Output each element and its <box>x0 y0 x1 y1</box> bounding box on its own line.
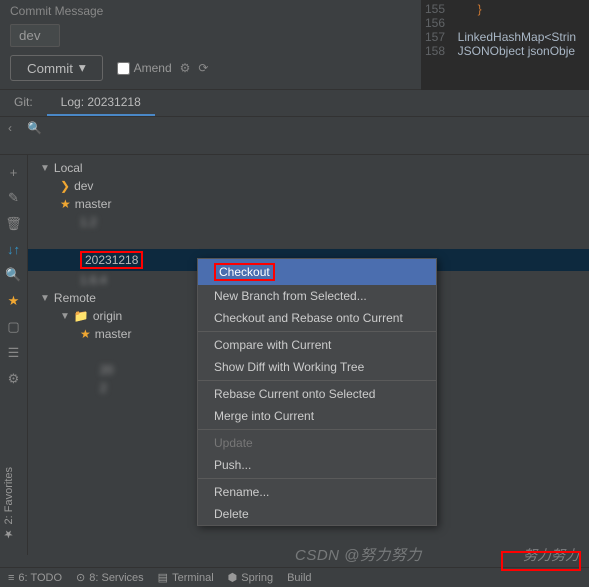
star-icon: ★ <box>80 327 91 341</box>
tag-icon: ❯ <box>60 179 70 193</box>
menu-new-branch[interactable]: New Branch from Selected... <box>198 285 436 307</box>
tree-branch-dev[interactable]: ❯ dev <box>28 177 589 195</box>
highlight-box <box>501 551 581 571</box>
menu-show-diff[interactable]: Show Diff with Working Tree <box>198 356 436 378</box>
star-icon: ★ <box>60 197 71 211</box>
commit-button[interactable]: Commit ▾ <box>10 55 103 81</box>
commit-message-input[interactable] <box>10 24 60 47</box>
menu-update: Update <box>198 432 436 454</box>
tree-branch-blurred[interactable] <box>28 231 589 249</box>
chevron-down-icon: ▼ <box>60 311 70 322</box>
favorites-tab[interactable]: ★ 2: Favorites <box>0 461 17 547</box>
list-icon[interactable]: ☰ <box>8 345 20 361</box>
add-icon[interactable]: + <box>10 165 18 180</box>
amend-checkbox[interactable]: Amend <box>117 61 172 75</box>
bottom-services[interactable]: ⊙ 8: Services <box>76 571 144 584</box>
settings-icon[interactable]: ⚙ <box>8 371 20 387</box>
chevron-down-icon: ▾ <box>79 60 86 76</box>
menu-rename[interactable]: Rename... <box>198 481 436 503</box>
tree-branch-blurred[interactable]: 1.2 <box>28 213 589 231</box>
menu-rebase[interactable]: Rebase Current onto Selected <box>198 383 436 405</box>
tab-git[interactable]: Git: <box>0 90 47 116</box>
highlighted-branch: 20231218 <box>80 251 143 269</box>
tree-branch-master[interactable]: ★ master <box>28 195 589 213</box>
delete-icon[interactable]: 🗑 <box>5 216 22 232</box>
bottom-todo[interactable]: ≡ 6: TODO <box>8 572 62 584</box>
bottom-spring[interactable]: ⬢ Spring <box>228 571 273 584</box>
menu-checkout[interactable]: Checkout <box>198 259 436 285</box>
bottom-terminal[interactable]: ▤ Terminal <box>158 571 214 584</box>
tab-log[interactable]: Log: 20231218 <box>47 90 155 116</box>
chevron-down-icon: ▼ <box>40 163 50 174</box>
fetch-icon[interactable]: ↓↑ <box>7 242 20 257</box>
menu-merge[interactable]: Merge into Current <box>198 405 436 427</box>
menu-push[interactable]: Push... <box>198 454 436 476</box>
find-icon[interactable]: 🔍 <box>5 267 21 283</box>
edit-icon[interactable]: ✎ <box>8 190 19 206</box>
history-icon[interactable]: ⟳ <box>198 61 208 75</box>
menu-checkout-rebase[interactable]: Checkout and Rebase onto Current <box>198 307 436 329</box>
folder-icon: 📁 <box>74 309 89 323</box>
bottom-build[interactable]: Build <box>287 572 311 584</box>
context-menu: Checkout New Branch from Selected... Che… <box>197 258 437 526</box>
code-editor: 155 } 156 157 LinkedHashMap<Strin 158 JS… <box>421 0 589 90</box>
gear-icon[interactable]: ⚙ <box>180 61 191 75</box>
chevron-down-icon: ▼ <box>40 293 50 304</box>
layout-icon[interactable]: ▢ <box>7 319 19 335</box>
back-icon[interactable]: ‹ <box>8 121 12 135</box>
tree-local-group[interactable]: ▼ Local <box>28 159 589 177</box>
favorite-icon[interactable]: ★ <box>8 293 20 309</box>
search-icon: 🔍 <box>27 121 42 135</box>
branch-search-input[interactable] <box>8 135 581 150</box>
menu-delete[interactable]: Delete <box>198 503 436 525</box>
menu-compare[interactable]: Compare with Current <box>198 334 436 356</box>
